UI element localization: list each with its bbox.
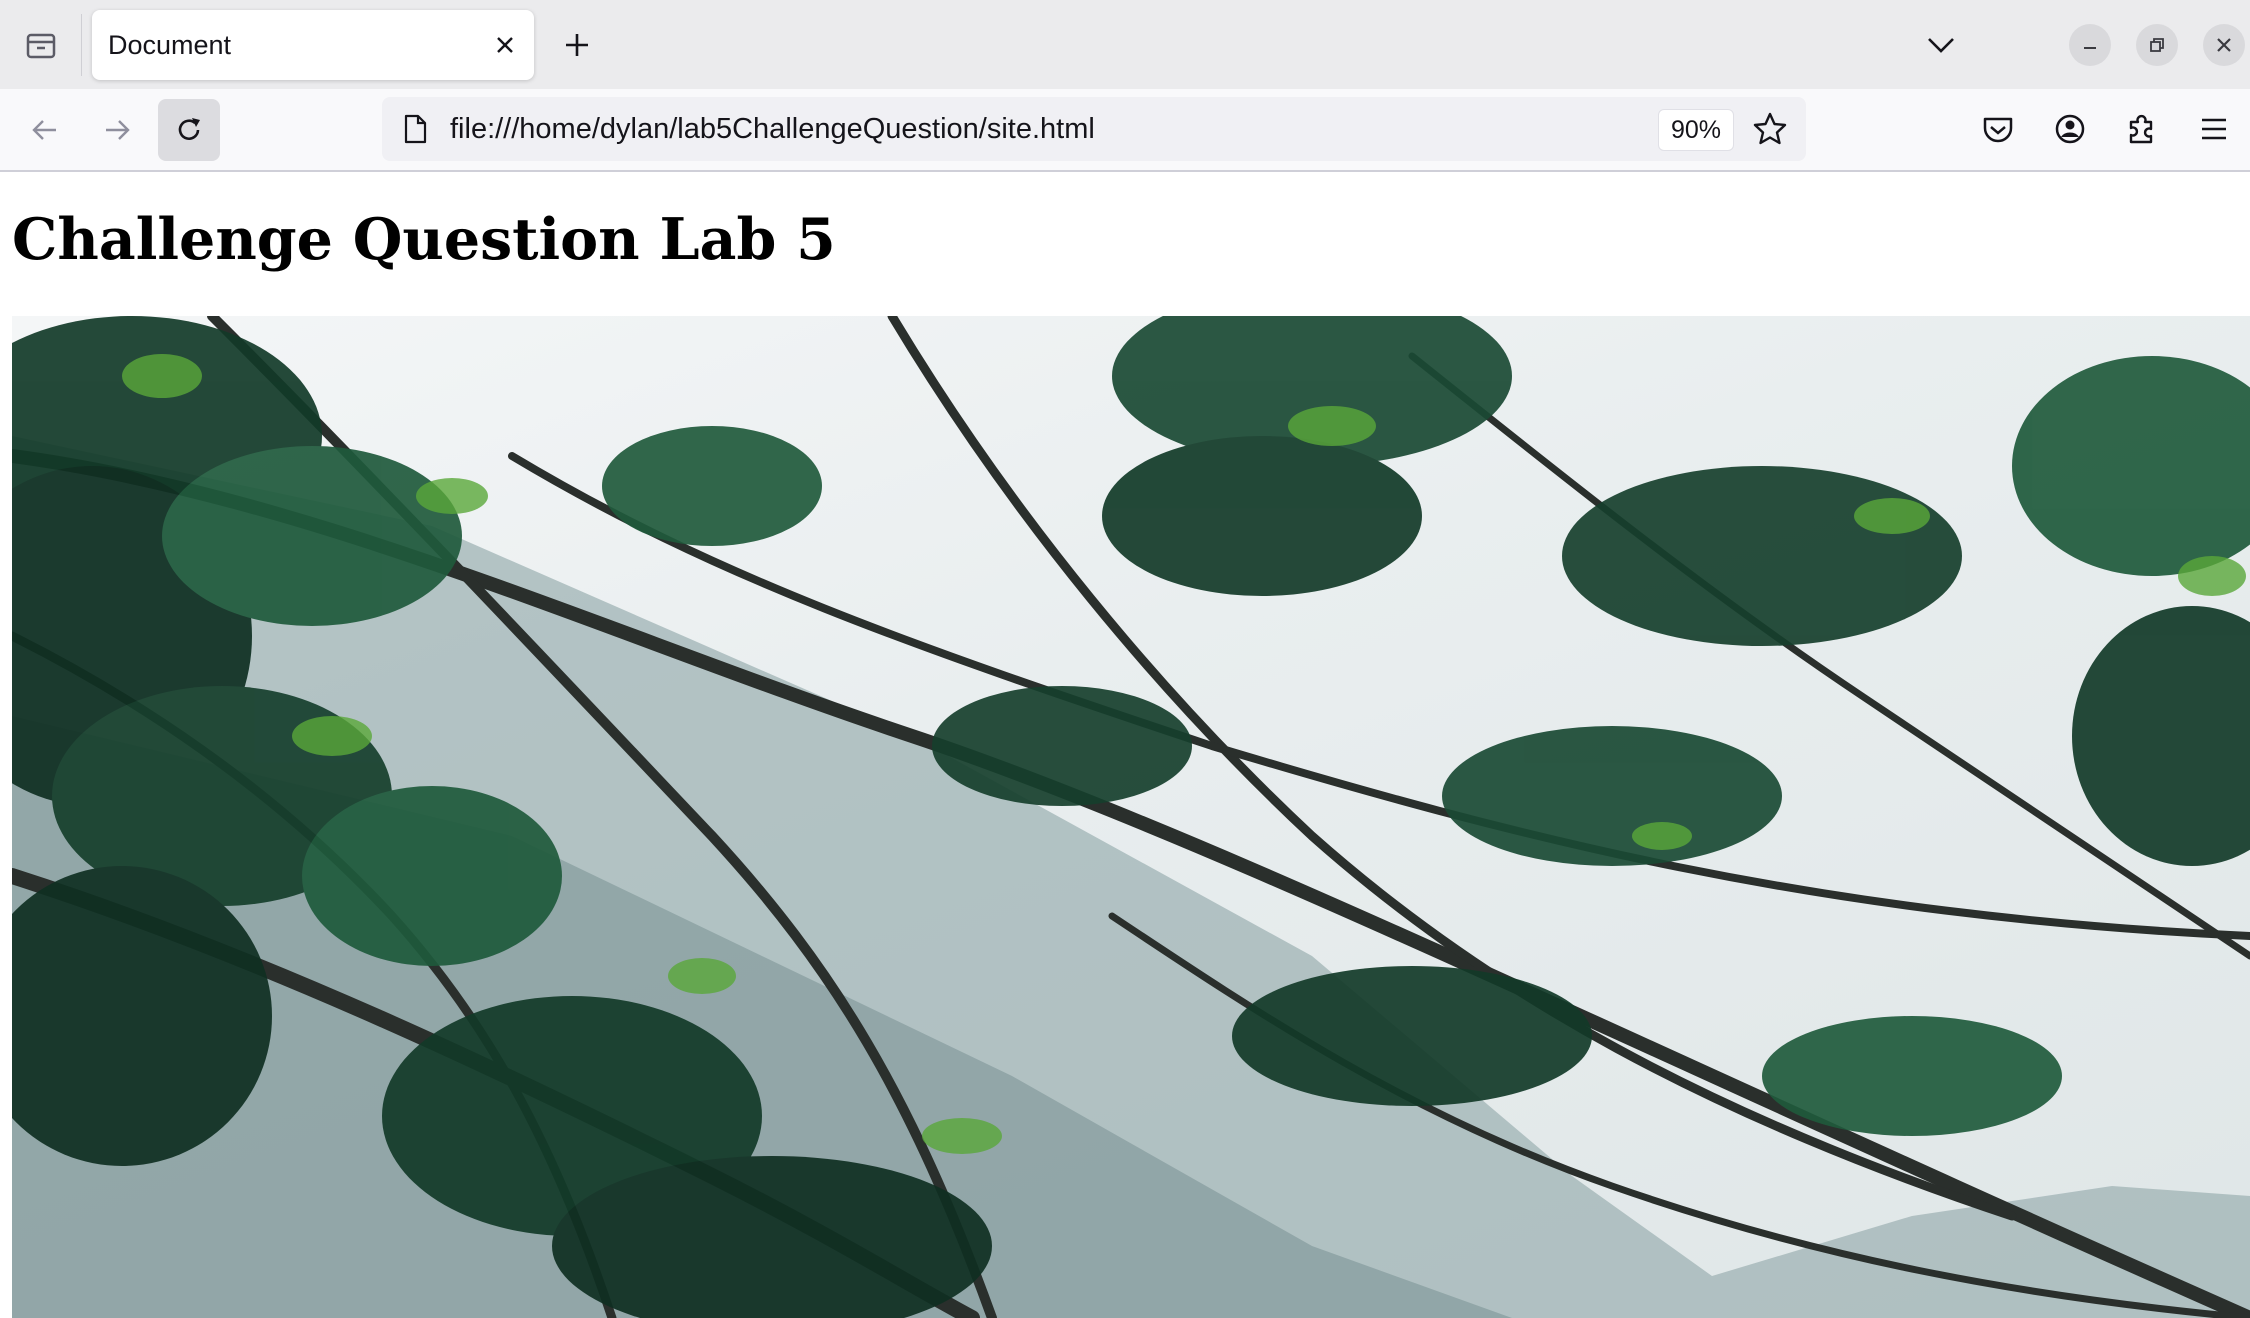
browser-window: Document file:///home/dylan/lab5Challeng…: [0, 0, 2250, 1318]
minimize-button[interactable]: [2069, 24, 2111, 66]
arrow-right-icon: [106, 120, 130, 140]
hamburger-menu-icon[interactable]: [2194, 109, 2234, 149]
arrow-left-icon: [32, 120, 56, 140]
back-button[interactable]: [14, 99, 76, 161]
forward-button[interactable]: [86, 99, 148, 161]
minimize-icon: [2084, 47, 2096, 49]
restore-button[interactable]: [2136, 24, 2178, 66]
tab-manager-icon: [26, 33, 56, 58]
pocket-icon[interactable]: [1978, 109, 2018, 149]
zoom-level-button[interactable]: 90%: [1658, 109, 1735, 151]
page-icon[interactable]: [400, 113, 430, 145]
close-window-button[interactable]: [2203, 24, 2245, 66]
close-icon: [2217, 38, 2231, 52]
tab-strip-divider: [81, 14, 82, 76]
restore-icon: [2150, 38, 2164, 52]
account-icon[interactable]: [2050, 109, 2090, 149]
url-text[interactable]: file:///home/dylan/lab5ChallengeQuestion…: [450, 97, 1095, 161]
close-icon[interactable]: [492, 32, 518, 58]
page-heading: Challenge Question Lab 5: [12, 206, 836, 273]
tree-branches-illustration: [12, 316, 2250, 1318]
tree-branches-image: [12, 316, 2250, 1318]
tab-document[interactable]: Document: [92, 10, 534, 80]
star-icon[interactable]: [1752, 111, 1788, 147]
navigation-toolbar: file:///home/dylan/lab5ChallengeQuestion…: [0, 89, 2250, 172]
reload-button[interactable]: [158, 99, 220, 161]
puzzle-icon[interactable]: [2122, 109, 2162, 149]
tab-strip: Document: [0, 0, 2250, 89]
chevron-down-icon[interactable]: [1924, 30, 1958, 60]
tab-title: Document: [108, 30, 232, 60]
url-bar[interactable]: file:///home/dylan/lab5ChallengeQuestion…: [382, 97, 1806, 161]
plus-icon[interactable]: [560, 28, 594, 62]
page-content: Challenge Question Lab 5: [0, 172, 2250, 1318]
tab-manager-button[interactable]: [0, 0, 82, 89]
reload-icon: [178, 118, 200, 140]
